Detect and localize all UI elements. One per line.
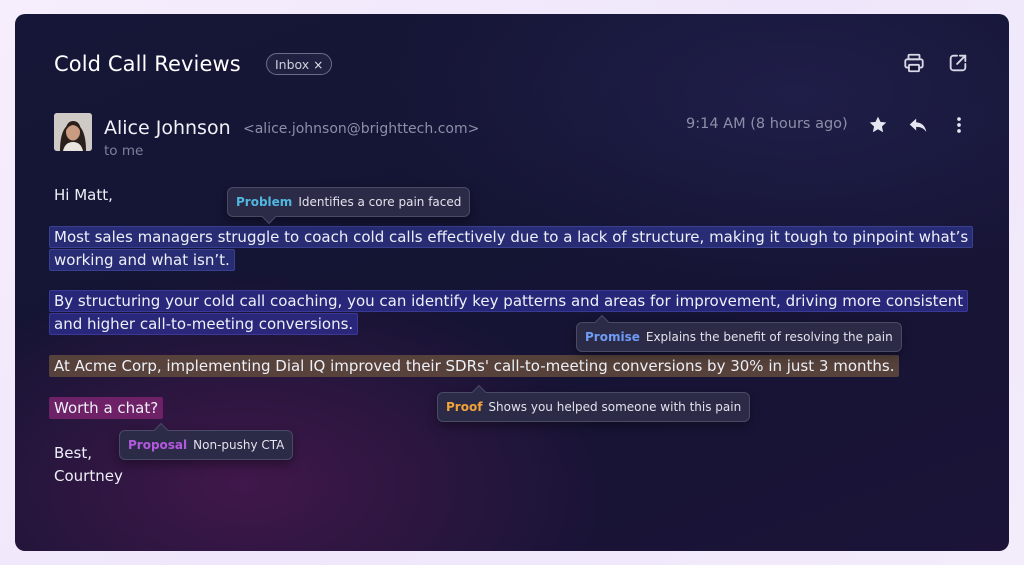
problem-annotation-text: Identifies a core pain faced [298, 195, 462, 209]
sender-avatar-image [54, 113, 92, 151]
proof-annotation-label: Proof [446, 400, 483, 414]
star-icon[interactable] [867, 114, 889, 136]
promise-annotation: Promise Explains the benefit of resolving… [576, 314, 902, 352]
proof-annotation: Proof Shows you helped someone with this … [437, 384, 751, 422]
problem-highlight: Most sales managers struggle to coach co… [49, 226, 974, 271]
greeting: Hi Matt, [54, 186, 113, 204]
avatar[interactable] [54, 113, 92, 151]
recipient-text: to me [104, 143, 144, 159]
proposal-annotation-pointer [153, 422, 169, 438]
problem-annotation-pointer [261, 209, 277, 225]
proposal-highlight: Worth a chat? [49, 397, 164, 419]
proposal-annotation-text: Non-pushy CTA [193, 438, 285, 452]
inbox-label-chip[interactable]: Inbox × [266, 53, 333, 75]
proof-highlight: At Acme Corp, implementing Dial IQ impro… [49, 355, 900, 377]
promise-annotation-text: Explains the benefit of resolving the pa… [645, 330, 893, 344]
signoff-text: Best, [54, 444, 92, 462]
problem-annotation: Problem Identifies a core pain faced [227, 187, 471, 225]
proof-annotation-pointer [471, 384, 487, 400]
sender-email: <alice.johnson@brighttech.com> [243, 121, 480, 137]
open-in-new-window-icon[interactable] [947, 52, 969, 74]
remove-label-icon[interactable]: × [313, 58, 323, 72]
sender-name: Alice Johnson [104, 117, 231, 139]
timestamp: 9:14 AM (8 hours ago) [686, 116, 848, 132]
more-vertical-icon[interactable] [948, 114, 970, 136]
reply-icon[interactable] [907, 114, 929, 136]
proposal-annotation-label: Proposal [128, 438, 188, 452]
print-icon[interactable] [903, 52, 925, 74]
signature-text: Courtney [54, 467, 123, 485]
proposal-annotation: Proposal Non-pushy CTA [119, 422, 294, 460]
proof-annotation-text: Shows you helped someone with this pain [488, 400, 742, 414]
inbox-label-text: Inbox [275, 57, 310, 72]
proof-paragraph: At Acme Corp, implementing Dial IQ impro… [49, 355, 979, 378]
promise-annotation-label: Promise [585, 330, 640, 344]
email-window: Cold Call Reviews Inbox × Alice Johnson <… [15, 14, 1009, 551]
problem-annotation-label: Problem [236, 195, 293, 209]
email-subject: Cold Call Reviews [54, 52, 241, 76]
problem-paragraph: Most sales managers struggle to coach co… [49, 226, 979, 272]
email-signoff: Best, Courtney [54, 442, 123, 488]
proposal-paragraph: Worth a chat? [49, 397, 449, 420]
